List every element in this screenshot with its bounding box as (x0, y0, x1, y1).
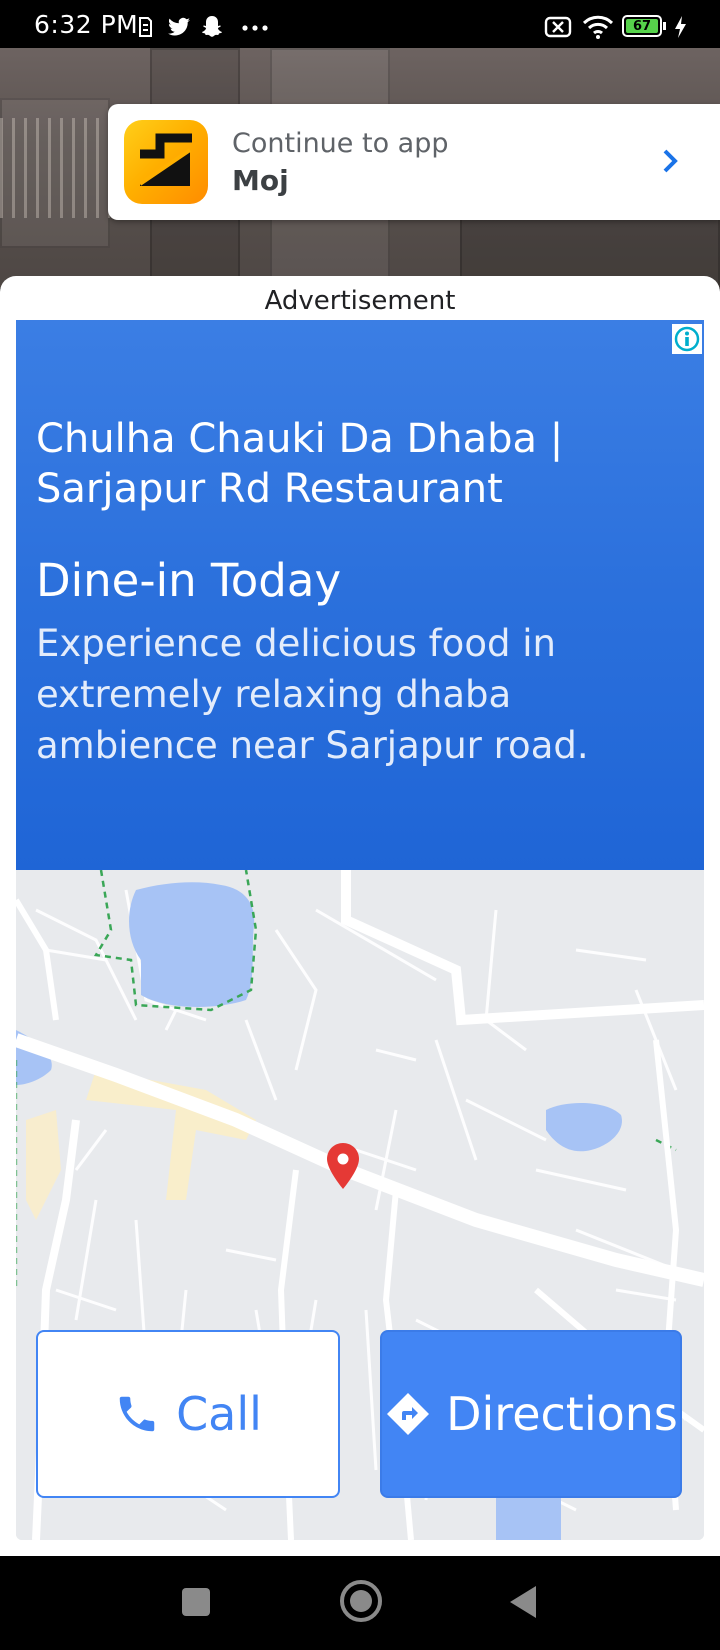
status-time: 6:32 PM (34, 10, 139, 39)
phone-icon (119, 1396, 155, 1432)
advertisement-label: Advertisement (264, 286, 456, 316)
ad-info-icon[interactable] (672, 324, 702, 354)
battery-level: 67 (632, 18, 652, 34)
directions-icon (387, 1393, 430, 1435)
app-name: Moj (232, 164, 289, 197)
navigation-bar (0, 1556, 720, 1650)
chevron-right-icon[interactable] (658, 146, 684, 176)
recents-square-icon[interactable] (182, 1588, 210, 1616)
continue-to-app-banner[interactable]: Continue to app Moj (108, 104, 720, 220)
ad-headline: Dine-in Today (36, 554, 342, 607)
call-button[interactable]: Call (36, 1330, 340, 1498)
wifi-icon (582, 15, 614, 39)
moj-app-icon (124, 120, 208, 204)
ad-title: Chulha Chauki Da Dhaba | Sarjapur Rd Res… (36, 416, 564, 512)
ad-description: Experience delicious food in extremely r… (36, 622, 589, 767)
sim-icon (139, 17, 152, 37)
more-icon (242, 25, 268, 31)
charging-icon (675, 16, 686, 38)
ad-sheet: Advertisement Chulha Chauki Da Dhaba | S… (0, 276, 720, 1556)
status-bar: 6:32 PM 67 (0, 0, 720, 52)
ad-text-panel[interactable]: Chulha Chauki Da Dhaba | Sarjapur Rd Res… (16, 320, 704, 870)
directions-label: Directions (446, 1387, 678, 1441)
continue-label: Continue to app (232, 128, 449, 159)
call-label: Call (176, 1387, 262, 1441)
ad-card[interactable]: Chulha Chauki Da Dhaba | Sarjapur Rd Res… (16, 320, 704, 1540)
no-sim-icon (544, 16, 572, 38)
snapchat-icon (202, 16, 222, 37)
location-marker-icon[interactable] (326, 1142, 360, 1190)
twitter-icon (168, 17, 190, 36)
home-circle-icon[interactable] (340, 1580, 382, 1622)
battery-icon: 67 (622, 15, 662, 37)
back-triangle-icon[interactable] (508, 1584, 538, 1620)
directions-button[interactable]: Directions (380, 1330, 682, 1498)
